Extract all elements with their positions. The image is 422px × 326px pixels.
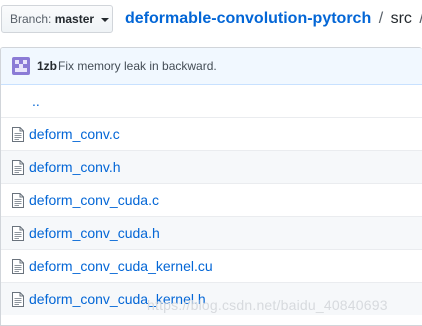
file-icon [12,292,24,307]
breadcrumb-current-dir: src [390,10,412,27]
breadcrumb-repo-link[interactable]: deformable-convolution-pytorch [125,10,371,27]
avatar[interactable] [12,57,30,75]
breadcrumb-separator: / [378,10,384,27]
watermark: https://blog.csdn.net/baidu_40840693 [147,297,388,313]
file-listing: 1zb Fix memory leak in backward. .. defo… [0,47,422,326]
file-row[interactable]: deform_conv.h [1,150,422,183]
file-icon [12,127,24,142]
repo-header: Branch: master deformable-convolution-py… [0,0,422,40]
commit-message-link[interactable]: Fix memory leak in backward. [58,48,217,84]
branch-label: Branch: [10,12,52,26]
file-name-link[interactable]: deform_conv_cuda.c [29,184,159,216]
branch-selector-button[interactable]: Branch: master [1,5,113,33]
file-icon [12,226,24,241]
file-name-link[interactable]: deform_conv.h [29,151,121,183]
file-name-link[interactable]: deform_conv.c [29,118,120,150]
file-row[interactable]: deform_conv.c [1,117,422,150]
file-name-link[interactable]: deform_conv_cuda_kernel.cu [29,250,213,282]
breadcrumb: deformable-convolution-pytorch / src / [125,7,422,31]
file-icon [12,259,24,274]
file-icon [12,160,24,175]
parent-dir-link[interactable]: .. [32,85,40,117]
latest-commit-bar: 1zb Fix memory leak in backward. [1,48,422,85]
file-row[interactable]: deform_conv_cuda.c [1,183,422,216]
caret-down-icon [101,17,110,22]
branch-name: master [54,12,95,26]
file-row[interactable]: deform_conv_cuda.h [1,216,422,249]
file-name-link[interactable]: deform_conv_cuda.h [29,217,160,249]
commit-author-link[interactable]: 1zb [37,48,57,84]
parent-dir-row[interactable]: .. [1,85,422,117]
file-row[interactable]: deform_conv_cuda_kernel.cu [1,249,422,282]
file-icon [12,193,24,208]
